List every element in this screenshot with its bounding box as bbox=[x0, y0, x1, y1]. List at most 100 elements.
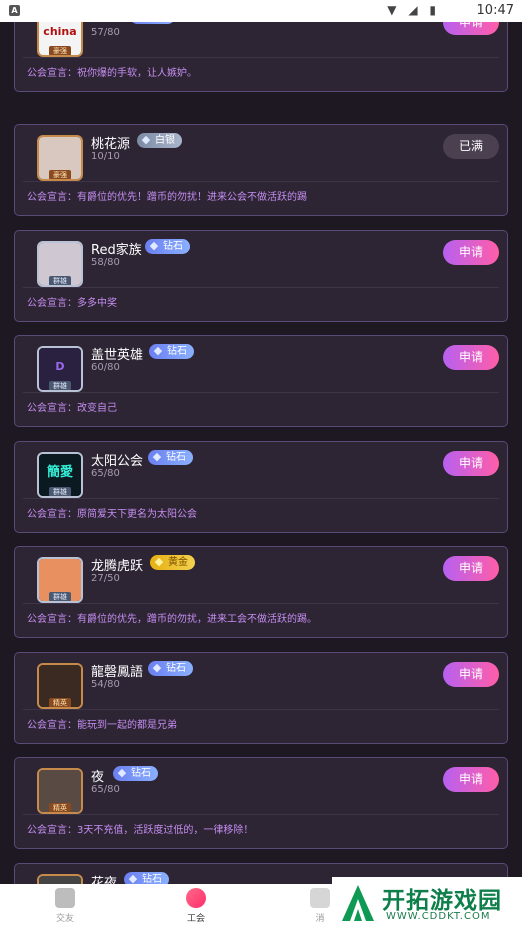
guild-avatar bbox=[37, 874, 83, 884]
nav-item-guild[interactable]: 工会 bbox=[166, 888, 226, 924]
apply-button[interactable]: 申请 bbox=[443, 556, 499, 581]
watermark: 开拓游戏园 WWW.CDDKT.COM bbox=[332, 877, 522, 928]
guild-card[interactable]: 精英 夜 ◆ 钻石 65/80 申请 公会宣言：3天不充值，活跃度过低的，一律移除！ bbox=[14, 757, 508, 849]
guild-member-count: 58/80 bbox=[91, 257, 120, 268]
avatar-rank-tag: 精英 bbox=[49, 803, 71, 812]
guild-list[interactable]: china豪强china◆钻石57/80申请公会宣言：祝你爆的手软，让人嫉妒。豪… bbox=[0, 22, 522, 884]
nav-label: 工会 bbox=[186, 914, 205, 924]
card-divider bbox=[23, 181, 499, 182]
status-time: 10:47 bbox=[476, 3, 514, 18]
avatar-rank-tag: 精英 bbox=[49, 698, 71, 707]
avatar-rank-tag: 群雄 bbox=[49, 487, 71, 496]
diamond-icon: ◆ bbox=[149, 239, 159, 252]
diamond-icon: ◆ bbox=[141, 133, 151, 146]
guild-member-count: 10/10 bbox=[91, 151, 120, 162]
guild-level-label: 钻石 bbox=[167, 346, 187, 357]
guild-motto: 公会宣言：有爵位的优先，蹭币的勿扰，进来工会不做活跃的踢。 bbox=[27, 614, 317, 625]
guild-level-badge: ◆ 黄金 bbox=[150, 555, 195, 570]
avatar-rank-tag: 群雄 bbox=[49, 276, 71, 285]
guild-card[interactable]: D 群雄 盖世英雄 ◆ 钻石 60/80 申请公会宣言：改变自己 bbox=[14, 335, 508, 427]
guild-card[interactable]: 簡愛 群雄 太阳公会 ◆ 钻石 65/80 申请公会宣言：原简爱天下更名为太阳公会 bbox=[14, 441, 508, 533]
guild-avatar: 群雄 bbox=[37, 241, 83, 287]
card-divider bbox=[23, 814, 499, 815]
guild-level-label: 钻石 bbox=[131, 768, 151, 779]
guild-card[interactable]: china豪强 china ◆钻石 57/80 申请公会宣言：祝你爆的手软，让人嫉妒。 bbox=[14, 22, 508, 92]
watermark-url: WWW.CDDKT.COM bbox=[386, 911, 491, 922]
guild-member-count: 57/80 bbox=[91, 27, 120, 38]
diamond-icon: ◆ bbox=[117, 766, 127, 779]
guild-name: china bbox=[91, 22, 126, 24]
apply-button[interactable]: 申请 bbox=[443, 662, 499, 687]
apply-button[interactable]: 申请 bbox=[443, 240, 499, 265]
guild-member-count: 54/80 bbox=[91, 679, 120, 690]
guild-level-label: 黄金 bbox=[168, 557, 188, 568]
guild-level-badge: ◆ 钻石 bbox=[124, 872, 169, 884]
watermark-logo-icon bbox=[342, 885, 374, 921]
guild-card[interactable]: 群雄 龙腾虎跃 ◆ 黄金 27/50 申请 公会宣言：有爵位的优先，蹭币的勿扰，进来工会不做… bbox=[14, 546, 508, 638]
message-icon bbox=[310, 888, 330, 908]
guild-motto: 公会宣言：多多中奖 bbox=[27, 298, 117, 309]
nav-label: 交友 bbox=[55, 914, 74, 924]
guild-motto: 公会宣言：原简爱天下更名为太阳公会 bbox=[27, 509, 197, 520]
gold-coin-icon: ◆ bbox=[154, 555, 164, 568]
status-bar: A ▼ ◢ ▮ 10:47 bbox=[0, 0, 522, 22]
app-notification-icon: A bbox=[9, 5, 20, 16]
guild-member-count: 27/50 bbox=[91, 573, 120, 584]
guild-level-badge: ◆ 白银 bbox=[137, 133, 182, 148]
guild-card[interactable]: 精英 龍磬鳳語 ◆ 钻石 54/80 申请 公会宣言：能玩到一起的都是兄弟 bbox=[14, 652, 508, 744]
guild-motto: 公会宣言：有爵位的优先！蹭币的勿扰！进来公会不做活跃的踢 bbox=[27, 192, 307, 203]
guild-level-label: 钻石 bbox=[142, 874, 162, 884]
guild-avatar: D 群雄 bbox=[37, 346, 83, 392]
guild-member-count: 65/80 bbox=[91, 784, 120, 795]
card-divider bbox=[23, 709, 499, 710]
guild-level-label: 钻石 bbox=[166, 663, 186, 674]
apply-button[interactable]: 申请 bbox=[443, 451, 499, 476]
guild-card[interactable]: 豪强 桃花源 ◆ 白银 10/10 已满公会宣言：有爵位的优先！蹭币的勿扰！进来公会不做活… bbox=[14, 124, 508, 216]
guild-member-count: 65/80 bbox=[91, 468, 120, 479]
diamond-icon: ◆ bbox=[152, 661, 162, 674]
guild-motto: 公会宣言：能玩到一起的都是兄弟 bbox=[27, 720, 177, 731]
guild-level-label: 钻石 bbox=[163, 241, 183, 252]
guild-avatar: 豪强 bbox=[37, 135, 83, 181]
system-status-icons: ▼ ◢ ▮ bbox=[387, 3, 440, 17]
guild-level-badge: ◆ 钻石 bbox=[113, 766, 158, 781]
apply-button[interactable]: 申请 bbox=[443, 345, 499, 370]
guild-name: Red家族 bbox=[91, 243, 142, 258]
card-divider bbox=[23, 392, 499, 393]
guild-avatar: china 豪强 bbox=[37, 22, 83, 57]
guild-level-label: 白银 bbox=[155, 135, 175, 146]
diamond-icon: ◆ bbox=[128, 872, 138, 885]
avatar-rank-tag: 豪强 bbox=[49, 170, 71, 179]
guild-level-badge: ◆钻石 bbox=[149, 344, 194, 359]
guild-level-badge: ◆ 钻石 bbox=[148, 661, 193, 676]
guild-level-badge: ◆钻石 bbox=[130, 22, 175, 24]
watermark-title: 开拓游戏园 bbox=[382, 888, 502, 914]
guild-card[interactable]: 群雄 Red家族 ◆ 钻石 58/80 申请公会宣言：多多中奖 bbox=[14, 230, 508, 322]
full-status-button: 已满 bbox=[443, 134, 499, 159]
card-divider bbox=[23, 603, 499, 604]
nav-item-friends[interactable]: 交友 bbox=[35, 888, 95, 924]
guild-motto: 公会宣言：祝你爆的手软，让人嫉妒。 bbox=[27, 68, 197, 79]
guild-avatar: 精英 bbox=[37, 768, 83, 814]
avatar-rank-tag: 豪强 bbox=[49, 46, 71, 55]
guild-icon bbox=[186, 888, 206, 908]
card-divider bbox=[23, 498, 499, 499]
guild-avatar-image bbox=[39, 876, 81, 884]
diamond-icon: ◆ bbox=[152, 450, 162, 463]
guild-member-count: 60/80 bbox=[91, 362, 120, 373]
guild-name: 桃花源 bbox=[91, 137, 131, 152]
apply-button[interactable]: 申请 bbox=[443, 22, 499, 35]
guild-motto: 公会宣言：改变自己 bbox=[27, 403, 117, 414]
guild-avatar: 簡愛 群雄 bbox=[37, 452, 83, 498]
guild-level-label: 钻石 bbox=[166, 452, 186, 463]
guild-name: 花夜 bbox=[91, 876, 118, 884]
card-divider bbox=[23, 57, 499, 58]
apply-button[interactable]: 申请 bbox=[443, 767, 499, 792]
guild-name: 太阳公会 bbox=[91, 454, 144, 469]
guild-level-badge: ◆ 钻石 bbox=[148, 450, 193, 465]
guild-avatar: 精英 bbox=[37, 663, 83, 709]
guild-name: 盖世英雄 bbox=[91, 348, 144, 363]
guild-motto: 公会宣言：3天不充值，活跃度过低的，一律移除！ bbox=[27, 825, 254, 836]
chat-icon bbox=[55, 888, 75, 908]
guild-name: 龙腾虎跃 bbox=[91, 559, 144, 574]
